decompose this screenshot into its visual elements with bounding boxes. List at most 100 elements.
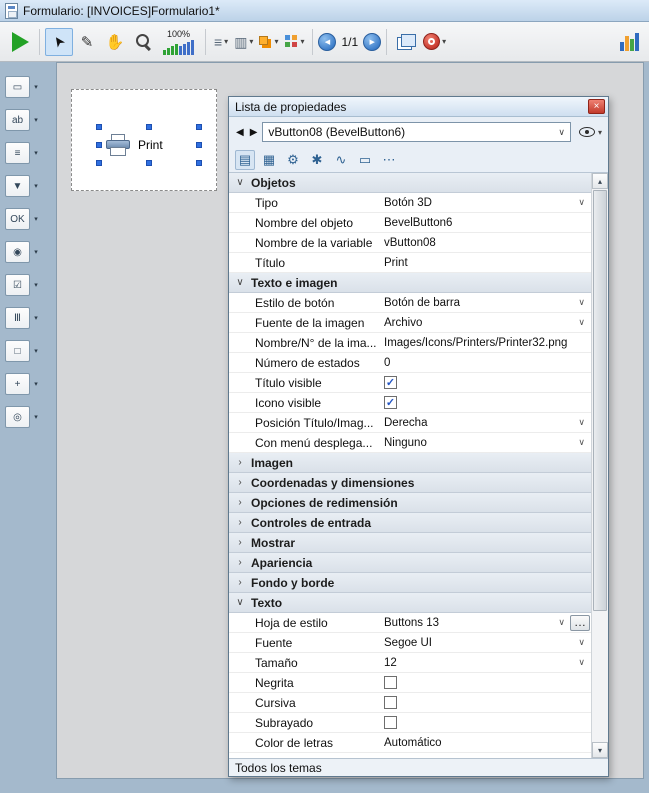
property-value[interactable]: Botón de barra∨ bbox=[382, 293, 591, 312]
property-value[interactable] bbox=[382, 693, 591, 712]
chevron-down-icon[interactable]: ∨ bbox=[578, 437, 585, 448]
chevron-down-icon[interactable]: ∨ bbox=[578, 657, 585, 668]
ok-button-tool-icon[interactable]: OK bbox=[5, 208, 30, 230]
chevron-down-icon[interactable]: ∨ bbox=[578, 317, 585, 328]
checkbox-unchecked[interactable] bbox=[384, 716, 397, 729]
scroll-up-icon[interactable]: ▴ bbox=[592, 173, 608, 189]
section-header[interactable]: ∨Objetos bbox=[229, 173, 591, 193]
property-value[interactable]: 12∨ bbox=[382, 653, 591, 672]
chevron-down-icon[interactable]: ▾ bbox=[30, 248, 42, 256]
tool-item-ok-button-tool[interactable]: OK▾ bbox=[5, 208, 42, 230]
section-header[interactable]: ›Coordenadas y dimensiones bbox=[229, 473, 591, 493]
static-text-tool-icon[interactable]: ▭ bbox=[5, 76, 30, 98]
radio-button-tool-icon[interactable]: ◉ bbox=[5, 241, 30, 263]
section-header[interactable]: ›Imagen bbox=[229, 453, 591, 473]
chevron-down-icon[interactable]: ▾ bbox=[30, 347, 42, 355]
curve-tab[interactable]: ∿ bbox=[331, 150, 351, 170]
property-value[interactable]: Buttons 13 ∨ … bbox=[382, 613, 591, 632]
property-value[interactable]: 0 bbox=[382, 353, 591, 372]
property-value[interactable]: Archivo ∨ bbox=[382, 313, 591, 332]
tool-item-tab-control-tool[interactable]: ◎▾ bbox=[5, 406, 42, 428]
checkbox-checked[interactable]: ✓ bbox=[384, 396, 397, 409]
property-value-text[interactable]: Derecha bbox=[384, 417, 427, 429]
property-value-text[interactable]: Buttons 13 bbox=[384, 617, 439, 629]
object-selector-dropdown[interactable]: vButton08 (BevelButton6) ∨ bbox=[262, 122, 571, 142]
property-value[interactable]: vButton08 bbox=[382, 233, 591, 252]
expand-icon[interactable]: › bbox=[229, 477, 251, 488]
next-page-button[interactable]: ▶ bbox=[363, 33, 381, 51]
color-grid-menu-button[interactable]: ▾ bbox=[281, 29, 307, 55]
next-object-button[interactable]: ▶ bbox=[249, 127, 259, 138]
pointer-tool-button[interactable]: ➤ bbox=[45, 28, 73, 56]
panel-status-bar[interactable]: Todos los temas bbox=[229, 758, 608, 776]
section-header[interactable]: ›Fondo y borde bbox=[229, 573, 591, 593]
expand-icon[interactable]: › bbox=[229, 557, 251, 568]
section-header[interactable]: ›Apariencia bbox=[229, 553, 591, 573]
combo-box-tool-icon[interactable]: ▼ bbox=[5, 175, 30, 197]
stylesheet-ellipsis-button[interactable]: … bbox=[570, 615, 590, 631]
objects-tab[interactable]: ▤ bbox=[235, 150, 255, 170]
expand-icon[interactable]: › bbox=[229, 577, 251, 588]
property-value[interactable]: Automático bbox=[382, 733, 591, 752]
input-field-tool-icon[interactable]: ab bbox=[5, 109, 30, 131]
selection-handle[interactable] bbox=[146, 124, 152, 130]
property-value-text[interactable]: Ninguno bbox=[384, 437, 427, 449]
previous-page-button[interactable]: ◀ bbox=[318, 33, 336, 51]
action-tab[interactable]: ✱ bbox=[307, 150, 327, 170]
stop-menu-button[interactable]: ▾ bbox=[420, 29, 449, 55]
picture-tab[interactable]: ▦ bbox=[259, 150, 279, 170]
checkbox-unchecked[interactable] bbox=[384, 696, 397, 709]
selection-handle[interactable] bbox=[196, 142, 202, 148]
close-icon[interactable]: × bbox=[588, 99, 605, 114]
property-value-text[interactable]: Automático bbox=[384, 737, 442, 749]
checkbox-unchecked[interactable] bbox=[384, 676, 397, 689]
property-value-text[interactable]: Images/Icons/Printers/Printer32.png bbox=[384, 337, 567, 349]
section-header[interactable]: ›Opciones de redimensión bbox=[229, 493, 591, 513]
property-value[interactable]: ✓ bbox=[382, 393, 591, 412]
order-tool-button[interactable]: ✎ bbox=[73, 28, 101, 56]
scroll-down-icon[interactable]: ▾ bbox=[592, 742, 608, 758]
explorer-button[interactable] bbox=[615, 28, 643, 56]
gear-tab[interactable]: ⚙ bbox=[283, 150, 303, 170]
chevron-down-icon[interactable]: ∨ bbox=[578, 417, 585, 428]
checkbox-checked[interactable]: ✓ bbox=[384, 376, 397, 389]
chevron-down-icon[interactable]: ▾ bbox=[30, 215, 42, 223]
tool-item-static-text-tool[interactable]: ▭▾ bbox=[5, 76, 42, 98]
tool-item-radio-button-tool[interactable]: ◉▾ bbox=[5, 241, 42, 263]
property-value-text[interactable]: Segoe UI bbox=[384, 637, 432, 649]
property-value[interactable]: Images/Icons/Printers/Printer32.png bbox=[382, 333, 591, 352]
print-button-object[interactable]: Print bbox=[100, 128, 198, 162]
chevron-down-icon[interactable]: ▾ bbox=[30, 116, 42, 124]
chevron-down-icon[interactable]: ▾ bbox=[30, 281, 42, 289]
splitter-tool-icon[interactable]: + bbox=[5, 373, 30, 395]
move-tool-button[interactable]: ✋ bbox=[101, 28, 129, 56]
property-value-text[interactable]: 0 bbox=[384, 357, 390, 369]
chevron-down-icon[interactable]: ▾ bbox=[30, 413, 42, 421]
property-value[interactable]: Derecha ∨ bbox=[382, 413, 591, 432]
property-value-text[interactable]: BevelButton6 bbox=[384, 217, 452, 229]
property-value-text[interactable]: Print bbox=[384, 257, 408, 269]
distribution-menu-button[interactable]: ▥▾ bbox=[231, 29, 256, 55]
zoom-tool-button[interactable] bbox=[129, 28, 157, 56]
property-value[interactable] bbox=[382, 713, 591, 732]
tab-control-tool-icon[interactable]: ◎ bbox=[5, 406, 30, 428]
property-value-text[interactable]: Archivo bbox=[384, 317, 422, 329]
scrollbar-thumb[interactable] bbox=[593, 190, 607, 611]
expand-icon[interactable]: › bbox=[229, 497, 251, 508]
collapse-icon[interactable]: ∨ bbox=[229, 177, 251, 188]
chevron-down-icon[interactable]: ▾ bbox=[30, 83, 42, 91]
alignment-menu-button[interactable]: ≡▾ bbox=[211, 29, 231, 55]
expand-icon[interactable]: › bbox=[229, 457, 251, 468]
tool-item-button-grid-tool[interactable]: Ⅲ▾ bbox=[5, 307, 42, 329]
panel-scrollbar[interactable]: ▴ ▾ bbox=[591, 173, 608, 758]
selection-handle[interactable] bbox=[196, 124, 202, 130]
visibility-menu-button[interactable]: ▾ bbox=[579, 127, 602, 137]
selection-handle[interactable] bbox=[196, 160, 202, 166]
execute-form-button[interactable] bbox=[6, 28, 34, 56]
rectangle-tool-icon[interactable]: □ bbox=[5, 340, 30, 362]
selection-handle[interactable] bbox=[96, 160, 102, 166]
tool-item-combo-box-tool[interactable]: ▼▾ bbox=[5, 175, 42, 197]
chevron-down-icon[interactable]: ∨ bbox=[558, 617, 565, 628]
chevron-down-icon[interactable]: ∨ bbox=[578, 637, 585, 648]
property-value[interactable]: Print bbox=[382, 253, 591, 272]
